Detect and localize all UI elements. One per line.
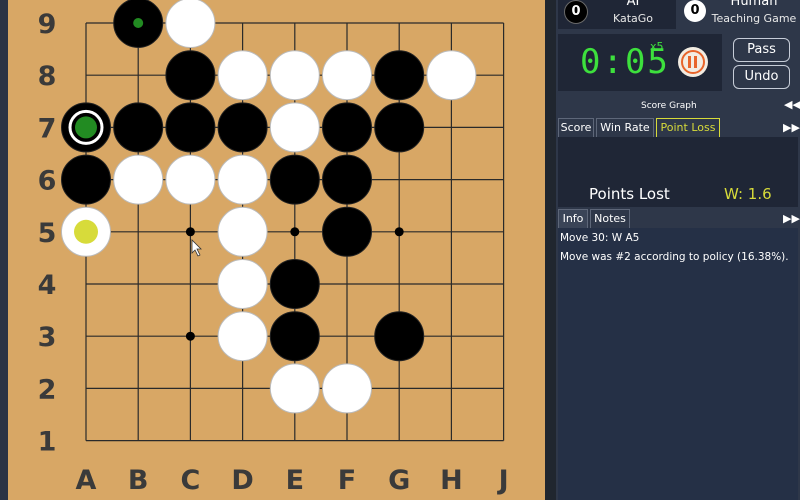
white-stone-C6 bbox=[165, 154, 216, 205]
row-label-5: 5 bbox=[38, 218, 57, 249]
column-label-B: B bbox=[128, 465, 149, 496]
column-label-G: G bbox=[388, 465, 410, 496]
info-move-line: Move 30: W A5 bbox=[560, 232, 640, 244]
tab-notes[interactable]: Notes bbox=[590, 209, 630, 228]
white-stone-F2 bbox=[322, 363, 372, 414]
black-stone-A6 bbox=[61, 154, 111, 205]
column-label-A: A bbox=[76, 465, 97, 496]
double-chevron-left-icon[interactable]: ◀◀ bbox=[784, 98, 800, 111]
column-label-E: E bbox=[286, 465, 304, 496]
star-point bbox=[185, 331, 195, 341]
black-stone-E3 bbox=[269, 311, 320, 362]
row-label-7: 7 bbox=[38, 113, 57, 144]
white-stone-F8 bbox=[322, 50, 372, 101]
black-stone-C7 bbox=[165, 102, 216, 153]
black-stone-E6 bbox=[269, 154, 320, 205]
go-board[interactable]: 9 8 7 6 5 4 3 2 1A B C D E F G H J bbox=[0, 0, 545, 500]
side-panel: 0 AI KataGo 0 Human Teaching Game 0:05 x… bbox=[556, 0, 800, 500]
info-policy-line: Move was #2 according to policy (16.38%)… bbox=[560, 251, 789, 263]
pause-bar-left bbox=[688, 56, 691, 68]
black-stone-G8 bbox=[374, 50, 425, 101]
pause-icon bbox=[681, 50, 705, 74]
white-stone-E7 bbox=[269, 102, 320, 153]
move-marker-dot bbox=[133, 18, 144, 28]
row-label-9: 9 bbox=[38, 9, 57, 40]
column-label-D: D bbox=[231, 465, 253, 496]
white-stone-B6 bbox=[113, 154, 164, 205]
score-graph-title: Score Graph bbox=[641, 101, 697, 111]
star-point bbox=[394, 227, 404, 237]
white-captures-badge: 0 bbox=[684, 0, 706, 22]
white-stone-D8 bbox=[217, 50, 268, 101]
undo-button[interactable]: Undo bbox=[733, 65, 790, 89]
points-lost-label: Points Lost bbox=[589, 185, 670, 203]
row-label-6: 6 bbox=[38, 166, 57, 197]
column-label-H: H bbox=[440, 465, 463, 496]
pause-button[interactable] bbox=[678, 47, 708, 77]
black-stone-F6 bbox=[322, 154, 372, 205]
timer-panel: 0:05 x5 bbox=[558, 34, 722, 91]
tab-point-loss[interactable]: Point Loss bbox=[656, 118, 720, 137]
white-player-name: Human bbox=[730, 0, 778, 9]
black-stone-G7 bbox=[374, 102, 425, 153]
black-stone-E4 bbox=[269, 259, 320, 309]
player-white-card[interactable]: 0 Human Teaching Game bbox=[679, 0, 798, 29]
go-board-area: 9 8 7 6 5 4 3 2 1ABCD E F GH J bbox=[0, 0, 545, 500]
mouse-cursor-icon bbox=[191, 239, 202, 257]
row-label-2: 2 bbox=[38, 374, 57, 405]
column-label-F: F bbox=[338, 465, 356, 496]
tab-win-rate[interactable]: Win Rate bbox=[596, 118, 654, 137]
white-stone-D5 bbox=[217, 206, 268, 257]
tab-score[interactable]: Score bbox=[558, 118, 594, 137]
row-label-8: 8 bbox=[38, 61, 57, 92]
black-captures-badge: 0 bbox=[564, 0, 588, 24]
white-stone-E8 bbox=[269, 50, 320, 101]
tab-info[interactable]: Info bbox=[558, 209, 588, 228]
pass-button[interactable]: Pass bbox=[733, 38, 790, 62]
hint-marker bbox=[74, 219, 98, 244]
column-label-C: C bbox=[180, 465, 200, 496]
player-black-card[interactable]: 0 AI KataGo bbox=[558, 0, 676, 29]
white-player-type: Teaching Game bbox=[711, 12, 797, 25]
white-stone-C9 bbox=[165, 0, 216, 48]
white-stone-D4 bbox=[217, 259, 268, 309]
black-stone-B7 bbox=[113, 102, 164, 153]
black-stone-F5 bbox=[322, 206, 372, 257]
white-stone-D3 bbox=[217, 311, 268, 362]
panel-divider bbox=[545, 0, 556, 500]
star-point bbox=[185, 227, 195, 237]
white-stone-D6 bbox=[217, 154, 268, 205]
black-player-name: AI bbox=[626, 0, 640, 9]
black-stone-D7 bbox=[217, 102, 268, 153]
last-move-marker bbox=[75, 116, 97, 139]
row-label-1: 1 bbox=[38, 427, 57, 458]
black-stone-C8 bbox=[165, 50, 216, 101]
star-point bbox=[290, 227, 300, 237]
white-stone-H8 bbox=[426, 50, 477, 101]
white-stone-E2 bbox=[269, 363, 320, 414]
row-label-3: 3 bbox=[38, 322, 57, 353]
row-label-4: 4 bbox=[38, 270, 57, 301]
score-graph: Points Lost W: 1.6 bbox=[558, 137, 798, 207]
points-lost-value: W: 1.6 bbox=[724, 185, 772, 203]
column-label-J: J bbox=[497, 465, 509, 496]
pause-bar-right bbox=[694, 56, 697, 68]
black-player-type: KataGo bbox=[612, 12, 654, 25]
info-panel: Move 30: W A5 Move was #2 according to p… bbox=[558, 228, 798, 500]
black-stone-G3 bbox=[374, 311, 425, 362]
timer-multiplier: x5 bbox=[650, 40, 664, 53]
black-stone-F7 bbox=[322, 102, 372, 153]
double-chevron-right-icon[interactable]: ▶▶ bbox=[783, 121, 800, 134]
double-chevron-right-icon[interactable]: ▶▶ bbox=[783, 212, 800, 225]
board-frame bbox=[0, 0, 8, 500]
